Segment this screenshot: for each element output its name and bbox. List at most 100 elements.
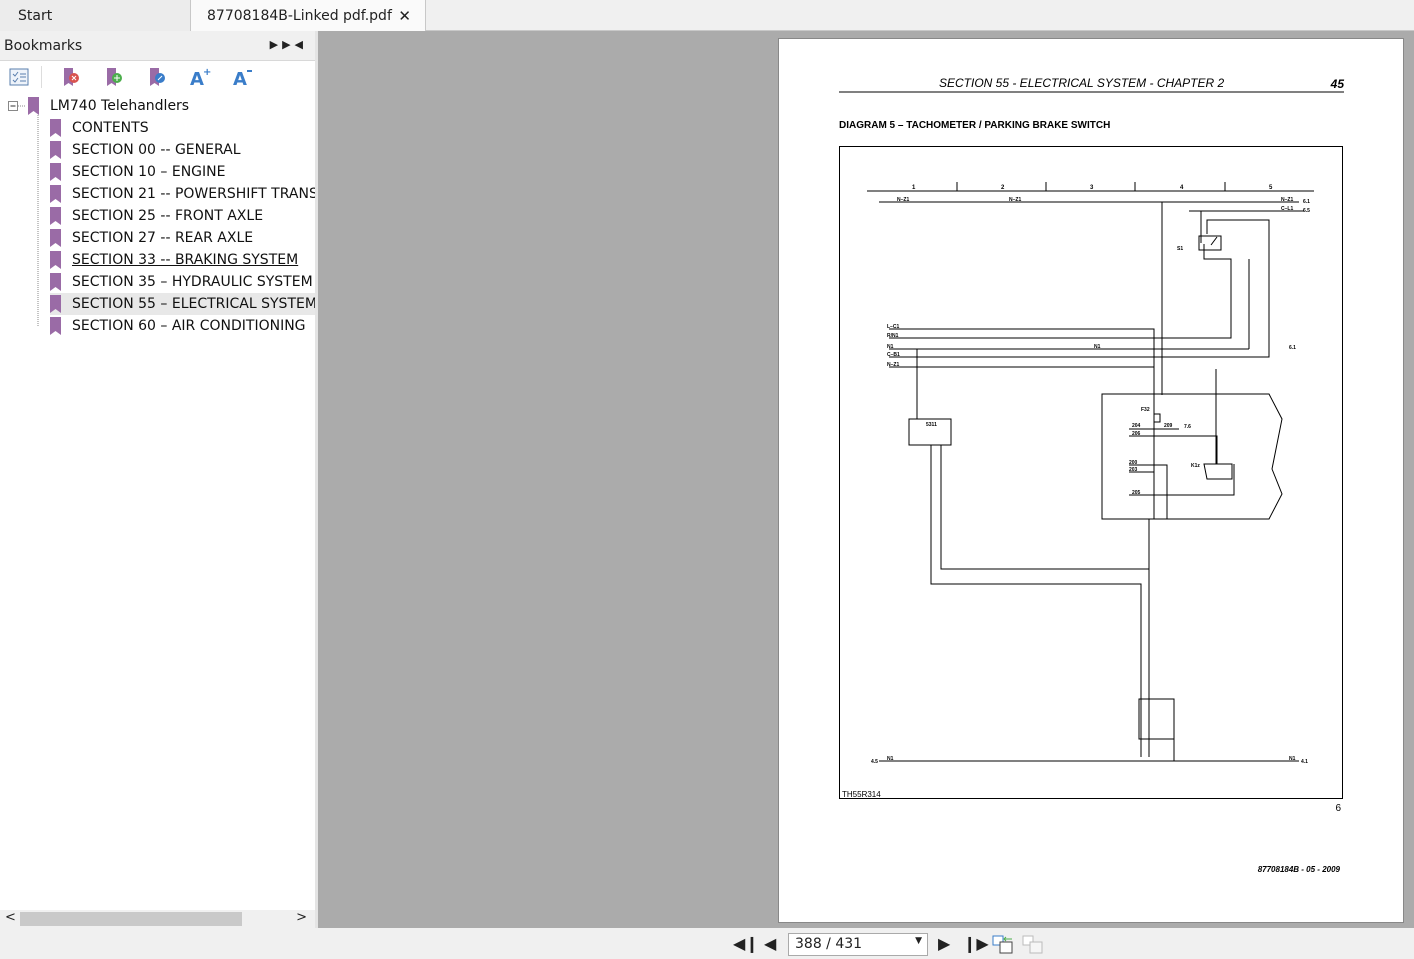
wire-label: N1 bbox=[887, 344, 894, 350]
bookmarks-panel: Bookmarks ▶▶◀ A + A LM740 Telehandlers CO… bbox=[0, 31, 315, 928]
wire bbox=[889, 244, 1232, 339]
column-number: 3 bbox=[1090, 185, 1094, 191]
wire bbox=[1153, 413, 1161, 423]
wire-label: 4.5 bbox=[871, 759, 878, 765]
wire bbox=[1203, 463, 1233, 480]
navigation-bar: ◀❙ ◀ 388 / 431 ▼ ▶ ❙▶ bbox=[0, 928, 1414, 959]
bookmark-label: CONTENTS bbox=[72, 120, 149, 136]
bookmark-label: SECTION 21 -- POWERSHIFT TRANSMISSION bbox=[72, 186, 315, 202]
bookmark-icon bbox=[28, 97, 39, 115]
divider bbox=[41, 66, 42, 88]
bookmark-item[interactable]: SECTION 21 -- POWERSHIFT TRANSMISSION bbox=[50, 183, 315, 205]
bookmark-label: SECTION 10 – ENGINE bbox=[72, 164, 226, 180]
wire-label: N1 bbox=[887, 756, 894, 762]
bookmark-item[interactable]: SECTION 60 – AIR CONDITIONING bbox=[50, 315, 315, 337]
bookmark-label: SECTION 60 – AIR CONDITIONING bbox=[72, 318, 306, 334]
tab-label: 87708184B-Linked pdf.pdf bbox=[207, 8, 392, 24]
bookmark-item[interactable]: SECTION 33 -- BRAKING SYSTEM bbox=[50, 249, 315, 271]
horizontal-scrollbar[interactable]: < > bbox=[0, 910, 315, 928]
wire-label: F32 bbox=[1141, 407, 1150, 413]
bookmark-icon bbox=[50, 251, 61, 269]
wire-label: L–C1 bbox=[887, 324, 899, 330]
bookmarks-title: Bookmarks bbox=[4, 37, 83, 54]
next-view-icon[interactable] bbox=[1022, 934, 1044, 958]
wire-label: N1 bbox=[1289, 756, 1296, 762]
wire-label: K1z bbox=[1191, 463, 1200, 469]
wire-label: 6.5 bbox=[1303, 208, 1310, 214]
wire-label: C–L1 bbox=[1281, 206, 1293, 212]
wire-label: N–Z1 bbox=[1009, 197, 1021, 203]
bookmark-item[interactable]: CONTENTS bbox=[50, 117, 315, 139]
wire-label: 200 bbox=[1129, 460, 1138, 466]
next-page-icon[interactable]: ▶ bbox=[938, 934, 950, 953]
scrollbar-thumb[interactable] bbox=[20, 912, 242, 926]
tab-start[interactable]: Start bbox=[0, 0, 192, 31]
tab-document[interactable]: 87708184B-Linked pdf.pdf ✕ bbox=[190, 0, 426, 32]
diagram-index: 6 bbox=[1335, 803, 1341, 814]
expand-all-icon[interactable] bbox=[8, 66, 30, 88]
chevron-down-icon[interactable]: ▼ bbox=[915, 936, 922, 946]
bookmark-item[interactable]: SECTION 27 -- REAR AXLE bbox=[50, 227, 315, 249]
wire bbox=[930, 445, 1142, 757]
bookmark-icon bbox=[50, 141, 61, 159]
wire bbox=[1101, 393, 1283, 520]
wire-label: 206 bbox=[1132, 431, 1141, 437]
font-decrease-icon[interactable]: A bbox=[232, 66, 254, 88]
wire bbox=[1129, 435, 1218, 464]
collapse-panel-icon[interactable]: ◀ bbox=[295, 38, 307, 51]
previous-page-icon[interactable]: ◀ bbox=[764, 934, 776, 953]
add-bookmark-icon[interactable] bbox=[103, 66, 125, 88]
wire-label: S1 bbox=[1177, 246, 1183, 252]
page-number-field[interactable]: 388 / 431 ▼ bbox=[788, 933, 928, 956]
pdf-page: SECTION 55 - ELECTRICAL SYSTEM - CHAPTER… bbox=[778, 38, 1404, 923]
column-number: 2 bbox=[1001, 185, 1005, 191]
diagram-code: TH55R314 bbox=[842, 790, 881, 799]
last-page-icon[interactable]: ❙▶ bbox=[963, 934, 989, 953]
page-footer: 87708184B - 05 - 2009 bbox=[1258, 865, 1341, 874]
bookmark-item[interactable]: SECTION 10 – ENGINE bbox=[50, 161, 315, 183]
wire-label: 7.6 bbox=[1184, 424, 1191, 430]
bookmark-icon bbox=[50, 295, 61, 313]
scroll-right-icon[interactable]: > bbox=[296, 910, 307, 925]
bookmark-icon bbox=[50, 119, 61, 137]
bookmark-root[interactable]: LM740 Telehandlers bbox=[28, 95, 189, 117]
page-number: 45 bbox=[1330, 77, 1345, 91]
wire bbox=[1138, 698, 1175, 740]
first-page-icon[interactable]: ◀❙ bbox=[733, 934, 759, 953]
tab-label: Start bbox=[18, 7, 53, 24]
bookmark-item[interactable]: SECTION 25 -- FRONT AXLE bbox=[50, 205, 315, 227]
bookmark-icon bbox=[50, 273, 61, 291]
wire-label: 6.1 bbox=[1303, 199, 1310, 205]
font-increase-icon[interactable]: A + bbox=[189, 66, 211, 88]
bookmark-item[interactable]: SECTION 00 -- GENERAL bbox=[50, 139, 315, 161]
bookmark-label: SECTION 35 – HYDRAULIC SYSTEM bbox=[72, 274, 313, 290]
column-number: 1 bbox=[912, 185, 916, 191]
wire-label: N1 bbox=[1094, 344, 1101, 350]
bookmark-label: SECTION 25 -- FRONT AXLE bbox=[72, 208, 264, 224]
wire-label: N–Z1 bbox=[1281, 197, 1293, 203]
wire bbox=[940, 445, 1150, 719]
wire-label: 209 bbox=[1164, 423, 1173, 429]
bookmark-icon bbox=[50, 229, 61, 247]
delete-bookmark-icon[interactable] bbox=[60, 66, 82, 88]
expand-panel-icon[interactable]: ▶▶ bbox=[270, 38, 295, 51]
bookmark-icon bbox=[50, 185, 61, 203]
wire-label: N–Z1 bbox=[887, 362, 899, 368]
wire-label: 6.1 bbox=[1289, 345, 1296, 351]
bookmark-item[interactable]: SECTION 35 – HYDRAULIC SYSTEM bbox=[50, 271, 315, 293]
document-viewer: SECTION 55 - ELECTRICAL SYSTEM - CHAPTER… bbox=[318, 31, 1414, 928]
bookmark-label: LM740 Telehandlers bbox=[50, 98, 190, 114]
bookmark-item[interactable]: SECTION 55 – ELECTRICAL SYSTEM bbox=[50, 293, 315, 315]
page-header: SECTION 55 - ELECTRICAL SYSTEM - CHAPTER… bbox=[939, 76, 1225, 90]
bookmark-label: SECTION 33 -- BRAKING SYSTEM bbox=[72, 252, 299, 268]
wire-label: 4.1 bbox=[1301, 759, 1308, 765]
wire bbox=[889, 219, 1270, 358]
goto-bookmark-icon[interactable] bbox=[146, 66, 168, 88]
wire-label: 5311 bbox=[926, 422, 937, 428]
column-number: 5 bbox=[1269, 185, 1273, 191]
bookmark-label: SECTION 00 -- GENERAL bbox=[72, 142, 241, 158]
scroll-left-icon[interactable]: < bbox=[5, 910, 16, 925]
previous-view-icon[interactable] bbox=[992, 934, 1014, 958]
page-number-value: 388 / 431 bbox=[795, 936, 863, 952]
close-tab-icon[interactable]: ✕ bbox=[398, 7, 411, 25]
